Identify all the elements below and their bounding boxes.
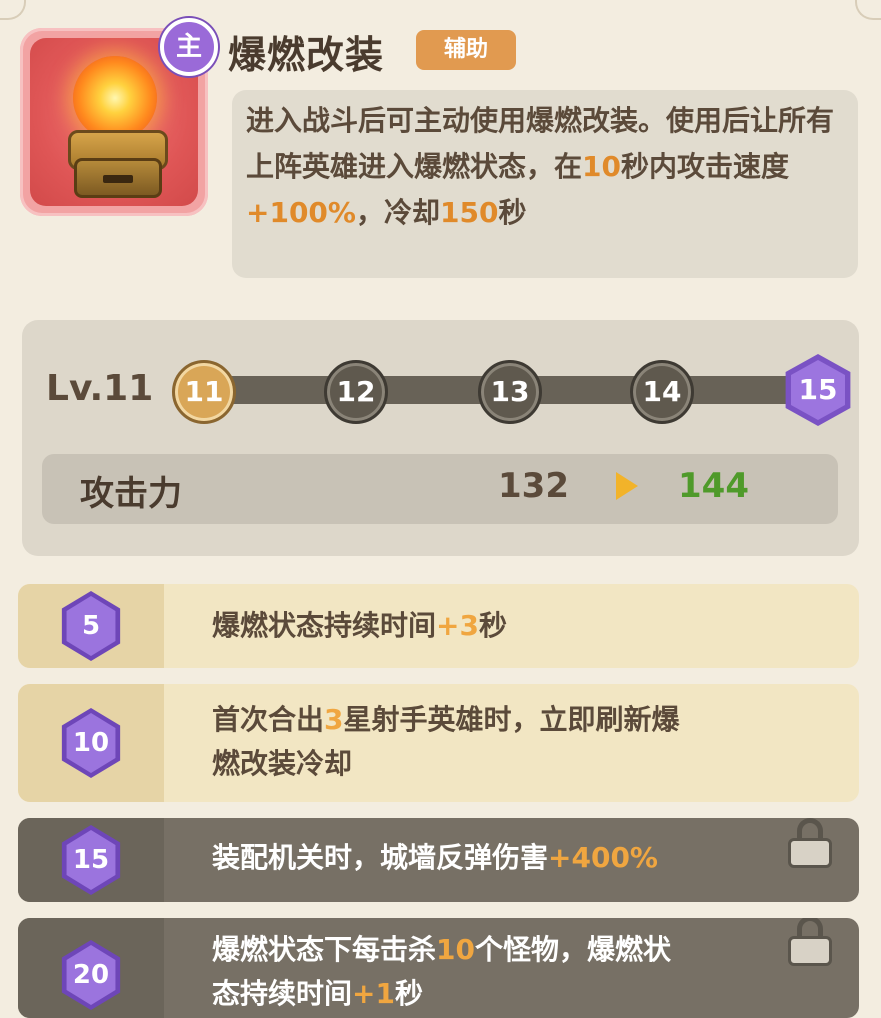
- perk-text: 爆燃状态下每击杀10个怪物，爆燃状 态持续时间+1秒: [212, 928, 671, 1016]
- text-run: 秒: [498, 196, 527, 229]
- skill-description-box: 进入战斗后可主动使用爆燃改装。使用后让所有上阵英雄进入爆燃状态，在10秒内攻击速…: [232, 90, 858, 278]
- level-label: Lv.11: [46, 368, 154, 409]
- panel-corner-left: [0, 0, 26, 20]
- highlight-value: 3: [324, 703, 344, 736]
- skill-description: 进入战斗后可主动使用爆燃改装。使用后让所有上阵英雄进入爆燃状态，在10秒内攻击速…: [246, 98, 846, 236]
- level-node-11[interactable]: 11: [172, 360, 236, 424]
- skill-type-tag: 辅助: [416, 30, 516, 70]
- perk-text-line: 爆燃状态持续时间+3秒: [212, 604, 507, 648]
- level-node-max[interactable]: 15: [785, 354, 851, 426]
- highlight-value: +100%: [246, 196, 356, 229]
- flame-orb: [73, 56, 157, 140]
- text-run: 装配机关时，城墙反弹伤害: [212, 841, 549, 874]
- perk-row[interactable]: 10 首次合出3星射手英雄时，立即刷新爆 燃改装冷却: [18, 684, 859, 802]
- padlock-icon: [788, 918, 832, 966]
- highlight-value: +1: [352, 977, 395, 1010]
- highlight-value: 150: [439, 196, 499, 229]
- perk-text-line: 装配机关时，城墙反弹伤害+400%: [212, 836, 658, 880]
- level-node-12[interactable]: 12: [324, 360, 388, 424]
- perk-text-line: 态持续时间+1秒: [212, 972, 671, 1016]
- highlight-value: 10: [582, 150, 621, 183]
- text-run: 秒内攻击速度: [620, 150, 789, 183]
- text-run: 爆燃状态持续时间: [212, 609, 437, 642]
- text-run: 秒: [478, 609, 507, 642]
- highlight-value: 10: [436, 933, 475, 966]
- text-run: 燃改装冷却: [212, 747, 353, 780]
- level-node-max-label: 15: [791, 360, 845, 420]
- play-arrow-icon: [616, 472, 638, 500]
- panel-corner-right: [855, 0, 881, 20]
- level-node-13[interactable]: 13: [478, 360, 542, 424]
- text-run: 星射手英雄时，立即刷新爆: [343, 703, 680, 736]
- skill-title: 爆燃改装: [228, 33, 385, 77]
- perk-text: 首次合出3星射手英雄时，立即刷新爆燃改装冷却: [212, 698, 680, 786]
- text-run: ，冷却: [355, 196, 440, 229]
- stat-name: 攻击力: [80, 474, 182, 514]
- perk-row[interactable]: 15 装配机关时，城墙反弹伤害+400%: [18, 818, 859, 902]
- text-run: 首次合出: [212, 703, 325, 736]
- stat-next-value: 144: [678, 466, 749, 506]
- pedestal-base: [74, 158, 162, 198]
- highlight-value: +3: [436, 609, 479, 642]
- text-run: 个怪物，爆燃状: [474, 933, 671, 966]
- perk-text: 装配机关时，城墙反弹伤害+400%: [212, 836, 658, 880]
- main-skill-badge: 主: [160, 18, 218, 76]
- text-run: 态持续时间: [212, 977, 353, 1010]
- text-run: 秒: [394, 977, 423, 1010]
- stat-row: 攻击力 132 144: [42, 454, 838, 524]
- perk-text-line: 燃改装冷却: [212, 742, 680, 786]
- perk-row[interactable]: 20 爆燃状态下每击杀10个怪物，爆燃状 态持续时间+1秒: [18, 918, 859, 1018]
- stat-current-value: 132: [498, 466, 569, 506]
- level-node-14[interactable]: 14: [630, 360, 694, 424]
- perk-text: 爆燃状态持续时间+3秒: [212, 604, 507, 648]
- level-panel: Lv.11 11 12 13 14 15 攻击力 132 144: [22, 320, 859, 556]
- perk-row[interactable]: 5 爆燃状态持续时间+3秒: [18, 584, 859, 668]
- highlight-value: +400%: [548, 841, 658, 874]
- padlock-icon: [788, 818, 832, 868]
- perk-text-line: 首次合出3星射手英雄时，立即刷新爆: [212, 698, 680, 742]
- text-run: 爆燃状态下每击杀: [212, 933, 437, 966]
- perk-text-line: 爆燃状态下每击杀10个怪物，爆燃状: [212, 928, 671, 972]
